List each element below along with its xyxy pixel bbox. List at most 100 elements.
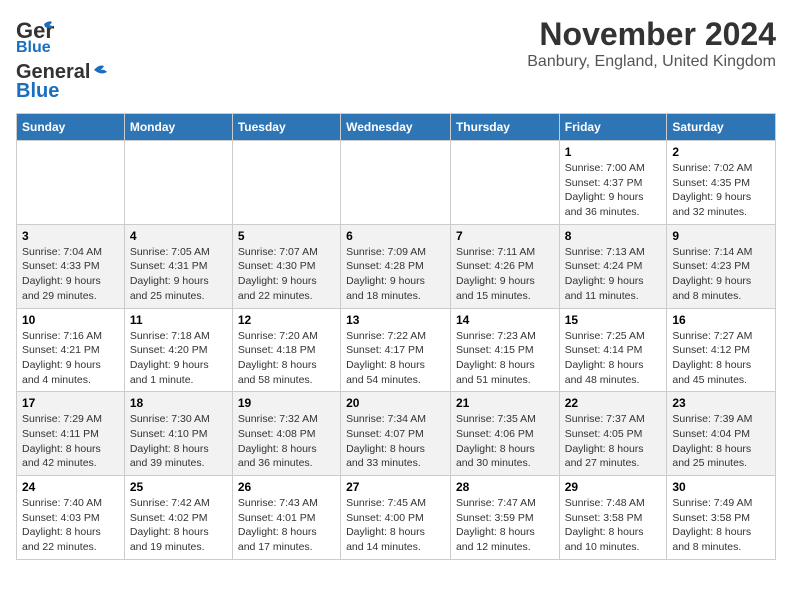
calendar-cell: 20 Sunrise: 7:34 AM Sunset: 4:07 PM Dayli…	[341, 392, 451, 476]
calendar-cell: 30Sunrise: 7:49 AM Sunset: 3:58 PM Dayli…	[667, 476, 776, 560]
calendar-cell: 28Sunrise: 7:47 AM Sunset: 3:59 PM Dayli…	[450, 476, 559, 560]
calendar-cell: 15Sunrise: 7:25 AM Sunset: 4:14 PM Dayli…	[559, 308, 667, 392]
day-info: Sunrise: 7:04 AM Sunset: 4:33 PM Dayligh…	[22, 245, 119, 304]
calendar-cell: 23 Sunrise: 7:39 AM Sunset: 4:04 PM Dayli…	[667, 392, 776, 476]
day-number: 27	[346, 480, 445, 494]
header-saturday: Saturday	[667, 114, 776, 141]
day-number: 23	[672, 396, 770, 410]
day-number: 12	[238, 313, 335, 327]
day-number: 2	[672, 145, 770, 159]
day-info: Sunrise: 7:09 AM Sunset: 4:28 PM Dayligh…	[346, 245, 445, 304]
day-info: Sunrise: 7:45 AM Sunset: 4:00 PM Dayligh…	[346, 496, 445, 555]
day-info: Sunrise: 7:11 AM Sunset: 4:26 PM Dayligh…	[456, 245, 554, 304]
calendar-cell: 18Sunrise: 7:30 AM Sunset: 4:10 PM Dayli…	[124, 392, 232, 476]
header-tuesday: Tuesday	[232, 114, 340, 141]
calendar-cell: 16Sunrise: 7:27 AM Sunset: 4:12 PM Dayli…	[667, 308, 776, 392]
day-info: Sunrise: 7:32 AM Sunset: 4:08 PM Dayligh…	[238, 412, 335, 471]
calendar-week-2: 3 Sunrise: 7:04 AM Sunset: 4:33 PM Daylig…	[17, 224, 776, 308]
day-info: Sunrise: 7:25 AM Sunset: 4:14 PM Dayligh…	[565, 329, 662, 388]
calendar-cell: 9 Sunrise: 7:14 AM Sunset: 4:23 PM Daylig…	[667, 224, 776, 308]
day-info: Sunrise: 7:42 AM Sunset: 4:02 PM Dayligh…	[130, 496, 227, 555]
day-info: Sunrise: 7:20 AM Sunset: 4:18 PM Dayligh…	[238, 329, 335, 388]
calendar-cell: 3 Sunrise: 7:04 AM Sunset: 4:33 PM Daylig…	[17, 224, 125, 308]
calendar-cell: 21Sunrise: 7:35 AM Sunset: 4:06 PM Dayli…	[450, 392, 559, 476]
calendar-cell: 25 Sunrise: 7:42 AM Sunset: 4:02 PM Dayli…	[124, 476, 232, 560]
calendar-subtitle: Banbury, England, United Kingdom	[527, 53, 776, 71]
calendar-cell: 19 Sunrise: 7:32 AM Sunset: 4:08 PM Dayli…	[232, 392, 340, 476]
day-info: Sunrise: 7:22 AM Sunset: 4:17 PM Dayligh…	[346, 329, 445, 388]
svg-text:Blue: Blue	[16, 39, 51, 54]
calendar-cell	[450, 141, 559, 225]
calendar-week-1: 1 Sunrise: 7:00 AM Sunset: 4:37 PM Daylig…	[17, 141, 776, 225]
calendar-cell: 11 Sunrise: 7:18 AM Sunset: 4:20 PM Dayli…	[124, 308, 232, 392]
calendar-table: Sunday Monday Tuesday Wednesday Thursday…	[16, 113, 776, 560]
day-number: 21	[456, 396, 554, 410]
calendar-cell: 4 Sunrise: 7:05 AM Sunset: 4:31 PM Daylig…	[124, 224, 232, 308]
day-info: Sunrise: 7:00 AM Sunset: 4:37 PM Dayligh…	[565, 161, 662, 220]
calendar-header-row: Sunday Monday Tuesday Wednesday Thursday…	[17, 114, 776, 141]
day-number: 5	[238, 229, 335, 243]
calendar-cell: 5 Sunrise: 7:07 AM Sunset: 4:30 PM Daylig…	[232, 224, 340, 308]
day-info: Sunrise: 7:43 AM Sunset: 4:01 PM Dayligh…	[238, 496, 335, 555]
calendar-cell: 12 Sunrise: 7:20 AM Sunset: 4:18 PM Dayli…	[232, 308, 340, 392]
calendar-week-3: 10 Sunrise: 7:16 AM Sunset: 4:21 PM Dayli…	[17, 308, 776, 392]
day-number: 30	[672, 480, 770, 494]
day-info: Sunrise: 7:14 AM Sunset: 4:23 PM Dayligh…	[672, 245, 770, 304]
day-number: 22	[565, 396, 662, 410]
day-info: Sunrise: 7:37 AM Sunset: 4:05 PM Dayligh…	[565, 412, 662, 471]
day-info: Sunrise: 7:34 AM Sunset: 4:07 PM Dayligh…	[346, 412, 445, 471]
calendar-cell	[232, 141, 340, 225]
day-number: 9	[672, 229, 770, 243]
calendar-cell: 24 Sunrise: 7:40 AM Sunset: 4:03 PM Dayli…	[17, 476, 125, 560]
day-info: Sunrise: 7:40 AM Sunset: 4:03 PM Dayligh…	[22, 496, 119, 555]
header-monday: Monday	[124, 114, 232, 141]
day-number: 28	[456, 480, 554, 494]
calendar-cell: 17 Sunrise: 7:29 AM Sunset: 4:11 PM Dayli…	[17, 392, 125, 476]
day-number: 25	[130, 480, 227, 494]
day-number: 26	[238, 480, 335, 494]
calendar-cell: 27 Sunrise: 7:45 AM Sunset: 4:00 PM Dayli…	[341, 476, 451, 560]
day-number: 24	[22, 480, 119, 494]
day-info: Sunrise: 7:07 AM Sunset: 4:30 PM Dayligh…	[238, 245, 335, 304]
day-info: Sunrise: 7:39 AM Sunset: 4:04 PM Dayligh…	[672, 412, 770, 471]
calendar-cell	[17, 141, 125, 225]
day-number: 7	[456, 229, 554, 243]
day-number: 4	[130, 229, 227, 243]
day-number: 17	[22, 396, 119, 410]
day-info: Sunrise: 7:29 AM Sunset: 4:11 PM Dayligh…	[22, 412, 119, 471]
calendar-cell	[341, 141, 451, 225]
day-number: 20	[346, 396, 445, 410]
day-number: 11	[130, 313, 227, 327]
calendar-cell: 29Sunrise: 7:48 AM Sunset: 3:58 PM Dayli…	[559, 476, 667, 560]
header-wednesday: Wednesday	[341, 114, 451, 141]
calendar-cell: 13 Sunrise: 7:22 AM Sunset: 4:17 PM Dayli…	[341, 308, 451, 392]
calendar-cell: 8Sunrise: 7:13 AM Sunset: 4:24 PM Daylig…	[559, 224, 667, 308]
day-info: Sunrise: 7:23 AM Sunset: 4:15 PM Dayligh…	[456, 329, 554, 388]
day-info: Sunrise: 7:18 AM Sunset: 4:20 PM Dayligh…	[130, 329, 227, 388]
header-sunday: Sunday	[17, 114, 125, 141]
day-number: 16	[672, 313, 770, 327]
calendar-cell: 1 Sunrise: 7:00 AM Sunset: 4:37 PM Daylig…	[559, 141, 667, 225]
day-info: Sunrise: 7:13 AM Sunset: 4:24 PM Dayligh…	[565, 245, 662, 304]
header-friday: Friday	[559, 114, 667, 141]
day-number: 1	[565, 145, 662, 159]
day-number: 19	[238, 396, 335, 410]
day-info: Sunrise: 7:48 AM Sunset: 3:58 PM Dayligh…	[565, 496, 662, 555]
day-info: Sunrise: 7:05 AM Sunset: 4:31 PM Dayligh…	[130, 245, 227, 304]
day-number: 3	[22, 229, 119, 243]
day-number: 6	[346, 229, 445, 243]
logo-icon: General Blue	[16, 16, 54, 59]
logo-blue: Blue	[16, 80, 59, 103]
day-number: 13	[346, 313, 445, 327]
day-number: 14	[456, 313, 554, 327]
calendar-cell: 7 Sunrise: 7:11 AM Sunset: 4:26 PM Daylig…	[450, 224, 559, 308]
calendar-week-4: 17 Sunrise: 7:29 AM Sunset: 4:11 PM Dayli…	[17, 392, 776, 476]
calendar-cell: 6 Sunrise: 7:09 AM Sunset: 4:28 PM Daylig…	[341, 224, 451, 308]
day-number: 10	[22, 313, 119, 327]
logo-bird-icon	[92, 61, 114, 79]
day-info: Sunrise: 7:30 AM Sunset: 4:10 PM Dayligh…	[130, 412, 227, 471]
day-info: Sunrise: 7:16 AM Sunset: 4:21 PM Dayligh…	[22, 329, 119, 388]
header-thursday: Thursday	[450, 114, 559, 141]
calendar-cell: 10 Sunrise: 7:16 AM Sunset: 4:21 PM Dayli…	[17, 308, 125, 392]
calendar-week-5: 24 Sunrise: 7:40 AM Sunset: 4:03 PM Dayli…	[17, 476, 776, 560]
